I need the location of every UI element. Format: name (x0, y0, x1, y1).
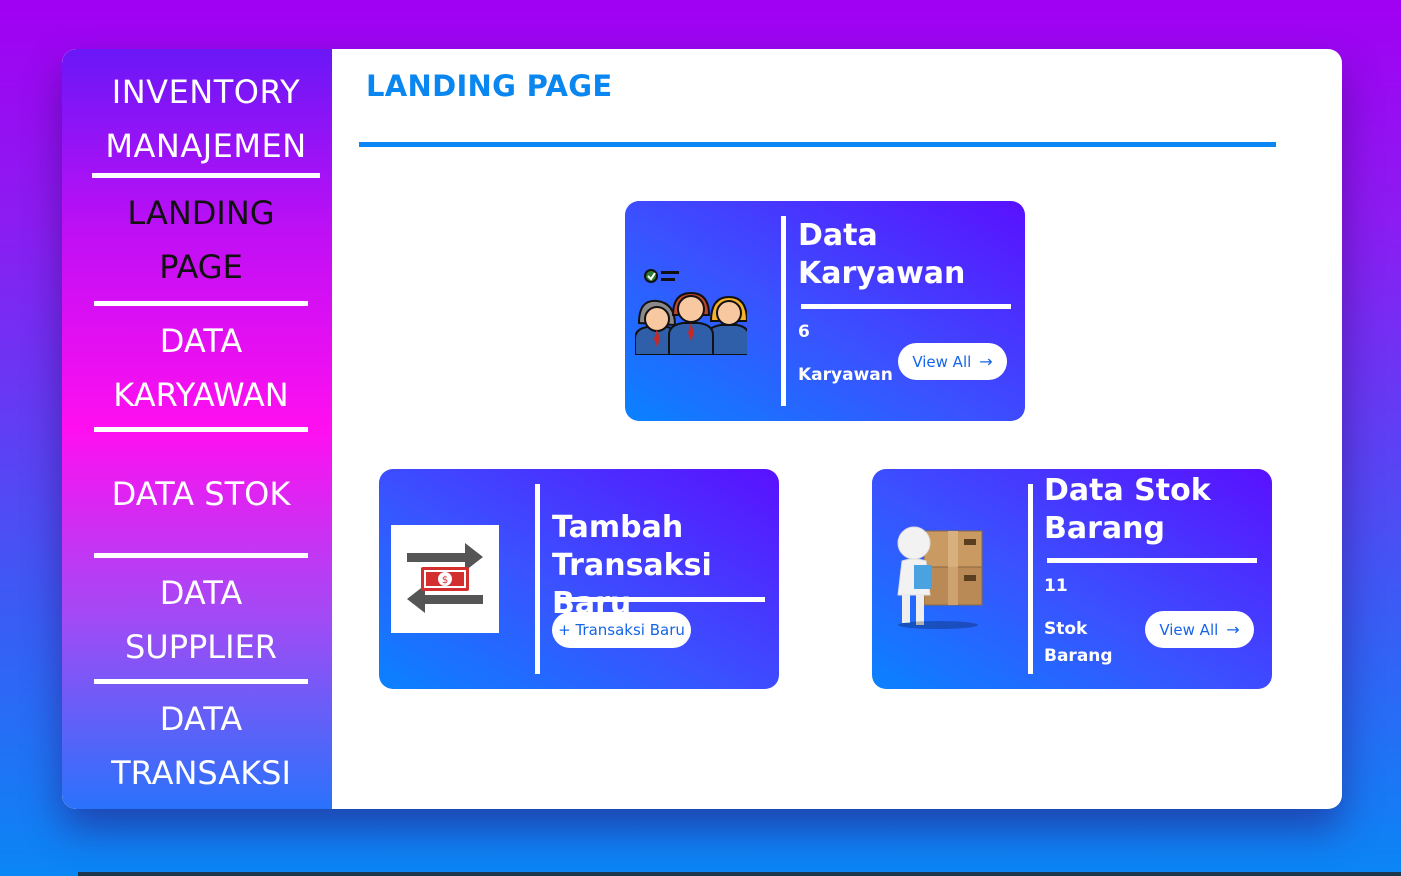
card-divider (781, 216, 786, 406)
app-window: INVENTORY MANAJEMEN LANDING PAGE DATA KA… (62, 49, 1342, 809)
view-all-karyawan-button[interactable]: View All → (898, 343, 1007, 380)
view-all-stok-button[interactable]: View All → (1145, 611, 1254, 648)
sidebar-item-label: SUPPLIER (124, 628, 278, 666)
sidebar-item-landing-page[interactable]: LANDING PAGE (94, 186, 308, 294)
card-rule (1047, 558, 1257, 563)
nav-divider (94, 301, 308, 306)
button-label: View All (1159, 620, 1219, 639)
card-title: Data Stok Barang (1044, 472, 1211, 548)
card-divider (1028, 484, 1033, 674)
card-title-line-1: Tambah (552, 510, 684, 545)
nav-divider (94, 679, 308, 684)
sidebar: INVENTORY MANAJEMEN LANDING PAGE DATA KA… (62, 49, 332, 809)
nav-divider (94, 427, 308, 432)
sidebar-item-label: DATA (159, 574, 243, 612)
stock-count-unit: Stok Barang (1044, 616, 1113, 670)
brand-line-1: INVENTORY (111, 73, 301, 111)
svg-text:$: $ (442, 575, 448, 586)
sidebar-item-label: TRANSAKSI (111, 754, 291, 792)
nav-divider (94, 553, 308, 558)
card-divider (535, 484, 540, 674)
arrow-right-icon: → (979, 352, 993, 371)
card-rule (801, 304, 1011, 309)
sidebar-item-data-karyawan[interactable]: DATA KARYAWAN (94, 314, 308, 422)
stock-unit-line-1: Stok (1044, 619, 1088, 639)
brand-divider (92, 173, 320, 178)
money-exchange-icon: $ (391, 525, 499, 633)
card-data-stok-barang: Data Stok Barang 11 Stok Barang View All… (872, 469, 1272, 689)
stock-count: 11 (1044, 576, 1068, 596)
page-title: LANDING PAGE (366, 69, 613, 103)
arrow-right-icon: → (1226, 620, 1240, 639)
sidebar-item-label: LANDING (127, 194, 275, 232)
bottom-edge-strip (78, 872, 1401, 876)
sidebar-item-data-supplier[interactable]: DATA SUPPLIER (94, 566, 308, 674)
employees-group-icon (635, 269, 747, 355)
card-title: Data Karyawan (798, 217, 965, 293)
button-label: View All (912, 352, 972, 371)
employee-count-unit: Karyawan (798, 365, 893, 385)
sidebar-item-label: DATA STOK (111, 475, 291, 513)
card-rule (555, 597, 765, 602)
sidebar-item-label: DATA (159, 322, 243, 360)
title-divider (359, 142, 1276, 147)
brand-title: INVENTORY MANAJEMEN (62, 65, 350, 173)
sidebar-item-data-transaksi[interactable]: DATA TRANSAKSI (94, 692, 308, 800)
card-data-karyawan: Data Karyawan 6 Karyawan View All → (625, 201, 1025, 421)
button-label: + Transaksi Baru (558, 621, 685, 639)
card-title: Tambah Transaksi Baru (552, 509, 779, 623)
sidebar-item-label: DATA (159, 700, 243, 738)
sidebar-item-label: PAGE (159, 248, 243, 286)
brand-line-2: MANAJEMEN (105, 127, 307, 165)
card-tambah-transaksi: $ Tambah Transaksi Baru + Transaksi Baru (379, 469, 779, 689)
sidebar-item-label: KARYAWAN (113, 376, 289, 414)
card-title-line-1: Data Stok (1044, 473, 1211, 508)
card-title-line-2: Barang (1044, 511, 1165, 546)
person-with-boxes-icon (897, 526, 983, 629)
sidebar-item-data-stok[interactable]: DATA STOK (94, 467, 308, 521)
tambah-transaksi-button[interactable]: + Transaksi Baru (552, 612, 691, 648)
stock-unit-line-2: Barang (1044, 646, 1113, 666)
employee-count: 6 (798, 322, 810, 342)
card-title-line-2: Karyawan (798, 256, 966, 291)
card-title-line-1: Data (798, 218, 878, 253)
